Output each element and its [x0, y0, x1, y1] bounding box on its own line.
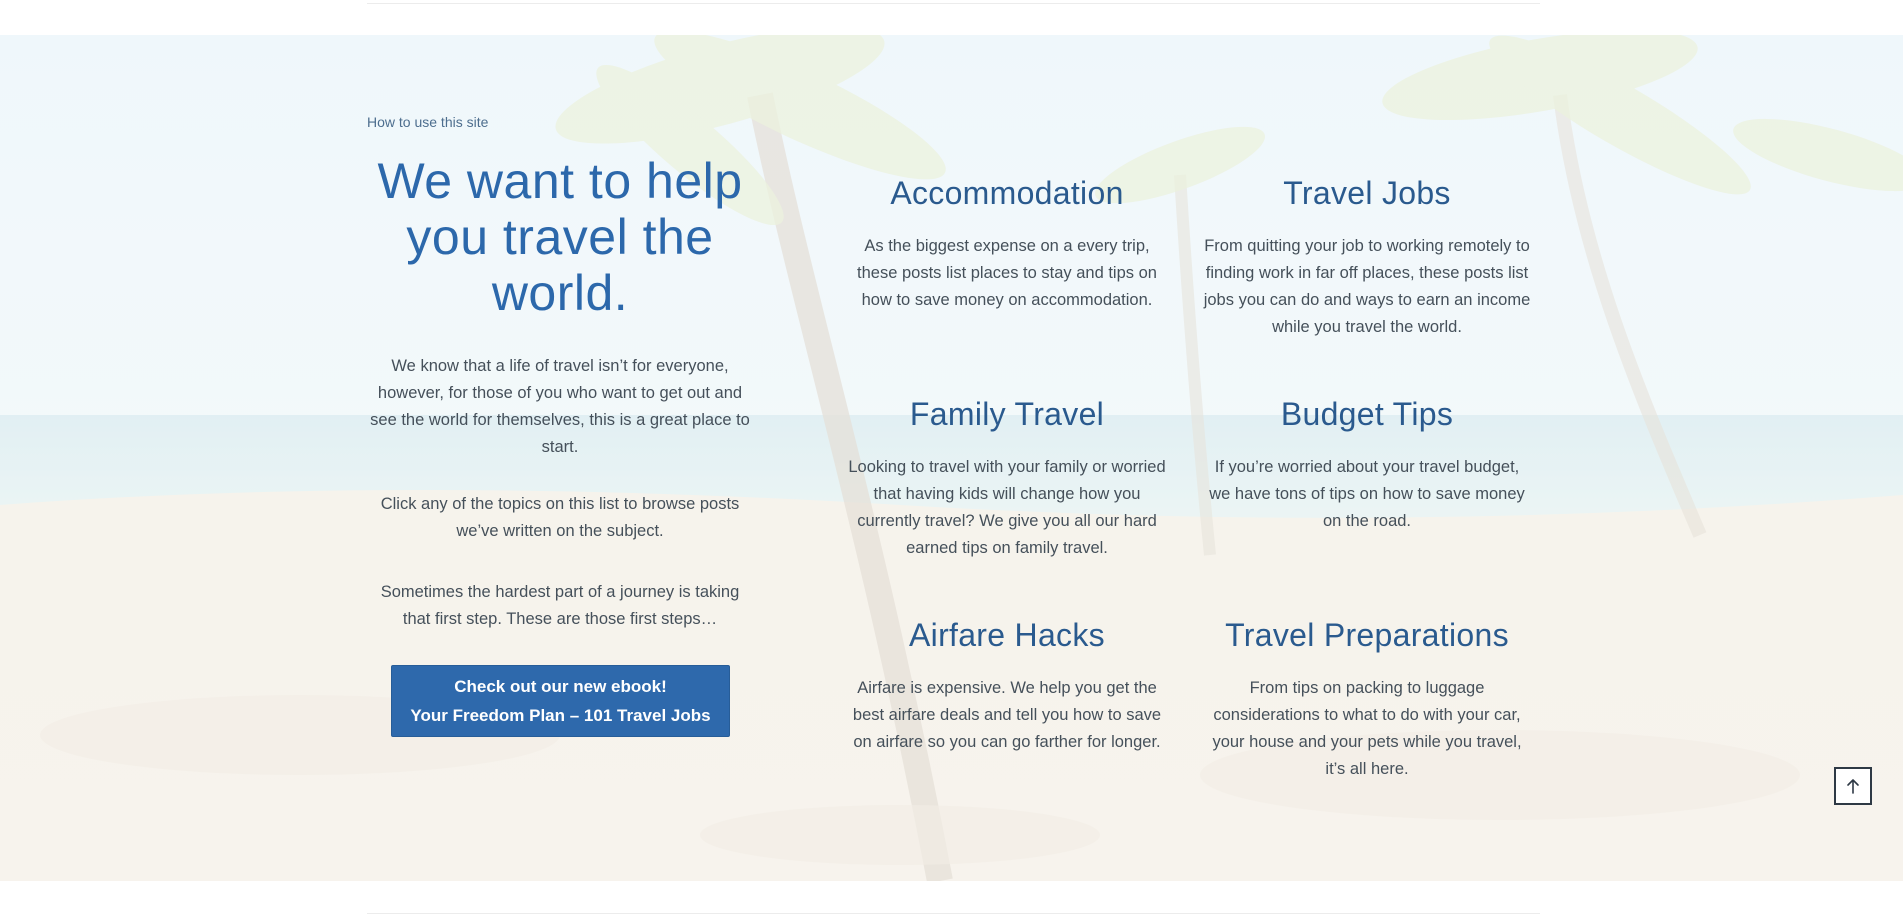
topic-description: From quitting your job to working remote… — [1203, 237, 1531, 336]
ebook-button-line2: Your Freedom Plan – 101 Travel Jobs — [410, 706, 711, 725]
topic-link-airfare-hacks[interactable]: Airfare Hacks — [909, 617, 1105, 653]
back-to-top-button[interactable] — [1834, 767, 1872, 805]
topic-budget-tips: Budget Tips If you’re worried about your… — [1202, 394, 1532, 535]
intro-paragraph: We know that a life of travel isn’t for … — [370, 357, 750, 456]
intro-paragraph: Click any of the topics on this list to … — [380, 495, 740, 540]
topic-airfare-hacks: Airfare Hacks Airfare is expensive. We h… — [842, 615, 1172, 756]
topic-link-accommodation[interactable]: Accommodation — [890, 175, 1123, 211]
ebook-button-line1: Check out our new ebook! — [454, 677, 667, 696]
arrow-up-icon — [1847, 779, 1859, 794]
topic-description: Airfare is expensive. We help you get th… — [852, 679, 1162, 751]
topic-description: Looking to travel with your family or wo… — [848, 458, 1166, 557]
ebook-button[interactable]: Check out our new ebook! Your Freedom Pl… — [391, 665, 730, 737]
bottom-divider — [367, 913, 1540, 914]
topic-link-travel-preparations[interactable]: Travel Preparations — [1225, 617, 1509, 653]
topic-travel-jobs: Travel Jobs From quitting your job to wo… — [1202, 173, 1532, 341]
section-headline: We want to help you travel the world. — [377, 153, 743, 321]
topic-link-travel-jobs[interactable]: Travel Jobs — [1283, 175, 1451, 211]
topic-link-budget-tips[interactable]: Budget Tips — [1281, 396, 1453, 432]
topic-accommodation: Accommodation As the biggest expense on … — [842, 173, 1172, 314]
top-divider — [367, 3, 1540, 4]
topic-family-travel: Family Travel Looking to travel with you… — [842, 394, 1172, 562]
intro-paragraph: Sometimes the hardest part of a journey … — [380, 583, 740, 628]
topic-description: As the biggest expense on a every trip, … — [857, 237, 1157, 309]
topic-travel-preparations: Travel Preparations From tips on packing… — [1202, 615, 1532, 783]
topic-description: From tips on packing to luggage consider… — [1212, 679, 1522, 778]
topic-link-family-travel[interactable]: Family Travel — [910, 396, 1104, 432]
how-to-use-section: How to use this site We want to help you… — [0, 35, 1903, 881]
section-eyebrow: How to use this site — [367, 114, 489, 130]
topic-description: If you’re worried about your travel budg… — [1209, 458, 1525, 530]
